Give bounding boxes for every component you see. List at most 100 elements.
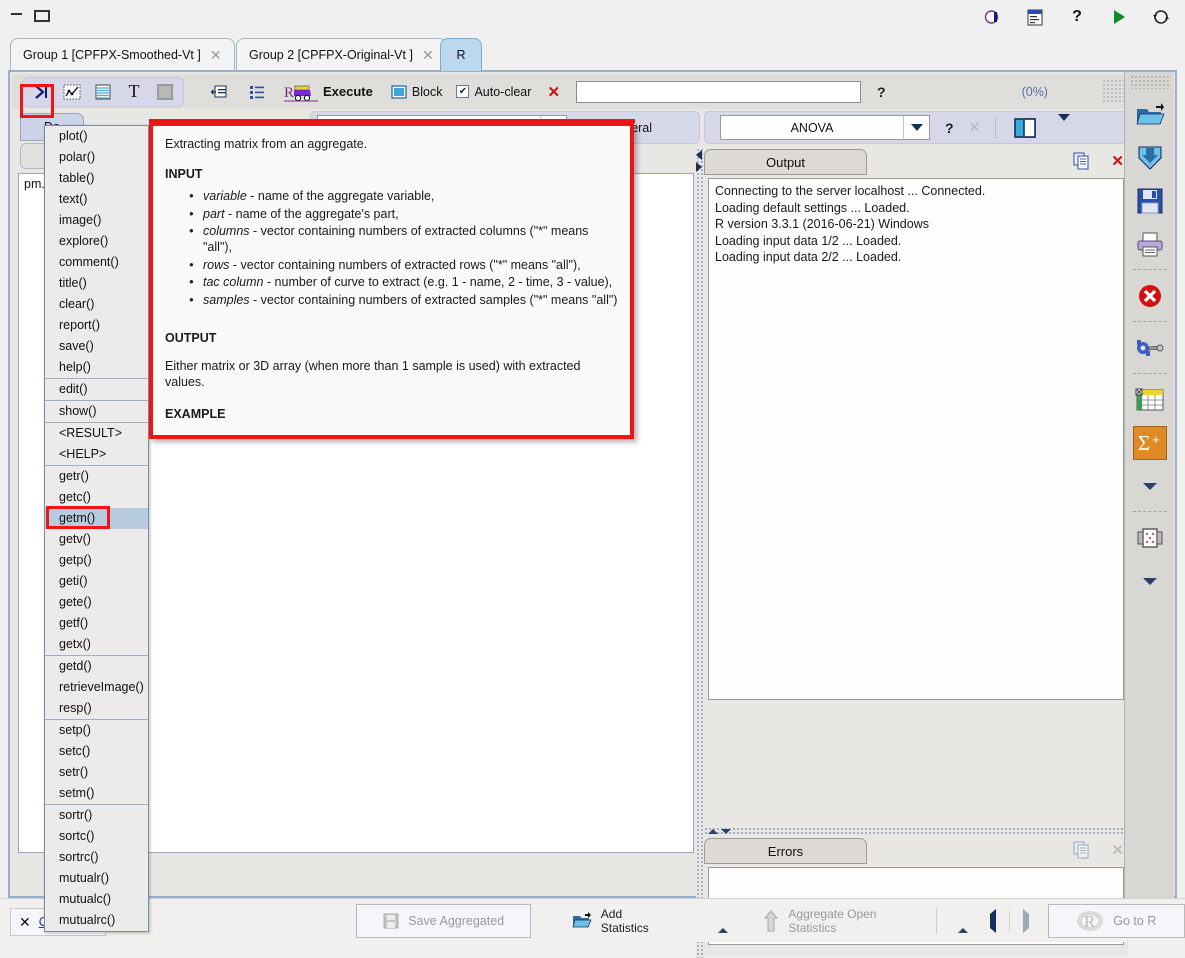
menu-item-edit[interactable]: edit() (45, 379, 148, 400)
collapse-left-icon[interactable] (696, 150, 702, 160)
clear-command-icon[interactable]: ✕ (547, 83, 560, 101)
tab-close-icon[interactable]: ✕ (422, 48, 434, 62)
menu-item-getd[interactable]: getd() (45, 656, 148, 677)
menu-item-save[interactable]: save() (45, 336, 148, 357)
menu-item-text[interactable]: text() (45, 189, 148, 210)
plot-icon[interactable] (61, 81, 83, 103)
save-floppy-icon[interactable] (1133, 184, 1167, 218)
print-icon[interactable] (1133, 227, 1167, 261)
menu-item-mutualrc[interactable]: mutualrc() (45, 910, 148, 931)
menu-item-resp[interactable]: resp() (45, 698, 148, 719)
spreadsheet-icon[interactable] (1133, 383, 1167, 417)
prev-statistic-icon[interactable] (990, 908, 997, 933)
menu-item-sortr[interactable]: sortr() (45, 805, 148, 826)
split-view-icon[interactable] (1013, 117, 1037, 139)
menu-item-explore[interactable]: explore() (45, 231, 148, 252)
list-icon[interactable] (246, 81, 268, 103)
menu-item-clear[interactable]: clear() (45, 294, 148, 315)
maximize-button[interactable] (33, 8, 50, 22)
aggregate-dropdown-icon[interactable] (957, 913, 968, 933)
statistics-combo[interactable]: ANOVA (720, 115, 930, 140)
menu-item-getr[interactable]: getr() (45, 466, 148, 487)
r-function-menu[interactable]: plot() polar() table() text() image() explore… (44, 125, 149, 932)
chevron-down-icon-2[interactable] (1133, 564, 1167, 598)
indent-icon[interactable] (208, 81, 230, 103)
splitter-down-icon[interactable] (721, 829, 731, 834)
archive-box-icon[interactable] (1133, 521, 1167, 555)
menu-item-getp[interactable]: getp() (45, 550, 148, 571)
menu-item-title[interactable]: title() (45, 273, 148, 294)
copy-icon[interactable] (1073, 841, 1091, 859)
menu-item-report[interactable]: report() (45, 315, 148, 336)
table-icon[interactable] (92, 81, 114, 103)
menu-item-setp[interactable]: setp() (45, 720, 148, 741)
add-statistics-dropdown-icon[interactable] (718, 913, 729, 933)
import-download-icon[interactable] (1133, 141, 1167, 175)
tab-r[interactable]: R (440, 38, 482, 71)
toolbar-help-icon[interactable]: ? (877, 84, 886, 100)
run-icon[interactable] (1109, 7, 1129, 27)
report-icon[interactable] (1025, 7, 1045, 27)
menu-item-getx[interactable]: getx() (45, 634, 148, 655)
delete-icon[interactable] (1133, 279, 1167, 313)
splitter-up-icon[interactable] (708, 829, 718, 834)
menu-item-sortc[interactable]: sortc() (45, 826, 148, 847)
menu-item-table[interactable]: table() (45, 168, 148, 189)
tab-group-1[interactable]: Group 1 [CPFPX-Smoothed-Vt ] ✕ (10, 38, 235, 71)
menu-item-getc[interactable]: getc() (45, 487, 148, 508)
pane-splitter[interactable] (696, 148, 704, 958)
help-icon[interactable]: ? (1067, 7, 1087, 27)
output-tab[interactable]: Output (704, 149, 867, 175)
menu-item-help[interactable]: <HELP> (45, 444, 148, 465)
menu-item-mutualc[interactable]: mutualc() (45, 889, 148, 910)
menu-item-retrieveimage[interactable]: retrieveImage() (45, 677, 148, 698)
menu-item-mutualr[interactable]: mutualr() (45, 868, 148, 889)
add-statistics-button[interactable]: Add Statistics (572, 907, 666, 935)
chevron-down-icon[interactable] (903, 116, 929, 139)
split-view-dropdown-icon[interactable] (1058, 113, 1071, 135)
chevron-down-icon[interactable] (1133, 469, 1167, 503)
menu-item-getv[interactable]: getv() (45, 529, 148, 550)
block-toggle[interactable]: Block (391, 84, 442, 100)
menu-item-comment[interactable]: comment() (45, 252, 148, 273)
collapse-right-icon[interactable] (696, 162, 702, 172)
menu-item-help[interactable]: help() (45, 357, 148, 378)
autoclear-checkbox[interactable]: ✔ (456, 85, 470, 98)
execute-label[interactable]: Execute (323, 84, 373, 99)
r-truck-icon[interactable]: R (284, 81, 318, 103)
menu-item-geti[interactable]: geti() (45, 571, 148, 592)
splitter-arrows[interactable] (696, 150, 702, 172)
text-icon[interactable]: T (123, 81, 145, 103)
menu-item-getf[interactable]: getf() (45, 613, 148, 634)
tab-group-2[interactable]: Group 2 [CPFPX-Original-Vt ] ✕ (236, 38, 447, 71)
view-toggle-icon[interactable] (983, 7, 1003, 27)
open-folder-icon[interactable] (1133, 98, 1167, 132)
menu-item-sortrc[interactable]: sortrc() (45, 847, 148, 868)
refresh-icon[interactable] (1151, 7, 1171, 27)
menu-item-image[interactable]: image() (45, 210, 148, 231)
menu-item-result[interactable]: <RESULT> (45, 423, 148, 444)
menu-item-plot[interactable]: plot() (45, 126, 148, 147)
statistics-help-icon[interactable]: ? (945, 120, 954, 136)
tab-close-icon[interactable]: ✕ (210, 48, 222, 62)
menu-item-setm[interactable]: setm() (45, 783, 148, 804)
menu-item-setr[interactable]: setr() (45, 762, 148, 783)
menu-item-gete[interactable]: gete() (45, 592, 148, 613)
next-statistic-icon[interactable] (1022, 908, 1029, 933)
menu-item-setc[interactable]: setc() (45, 741, 148, 762)
output-close-icon[interactable]: ✕ (1111, 152, 1124, 170)
save-aggregated-button[interactable]: Save Aggregated (356, 903, 531, 938)
menu-item-getm[interactable]: getm() (45, 508, 148, 529)
copy-icon[interactable] (1073, 152, 1091, 170)
statistics-close-icon[interactable]: ✕ (969, 119, 981, 136)
tools-icon[interactable] (1133, 331, 1167, 365)
command-input[interactable] (576, 80, 862, 103)
errors-tab[interactable]: Errors (704, 838, 867, 864)
menu-item-show[interactable]: show() (45, 401, 148, 422)
prompt-icon[interactable] (30, 81, 52, 103)
statistics-sigma-icon[interactable]: Σ + (1132, 426, 1167, 460)
aggregate-open-statistics-button[interactable]: Aggregate Open Statistics (763, 907, 916, 935)
output-errors-splitter[interactable] (704, 827, 1128, 836)
image-icon[interactable] (154, 81, 176, 103)
autoclear-toggle[interactable]: ✔ Auto-clear (456, 85, 531, 99)
